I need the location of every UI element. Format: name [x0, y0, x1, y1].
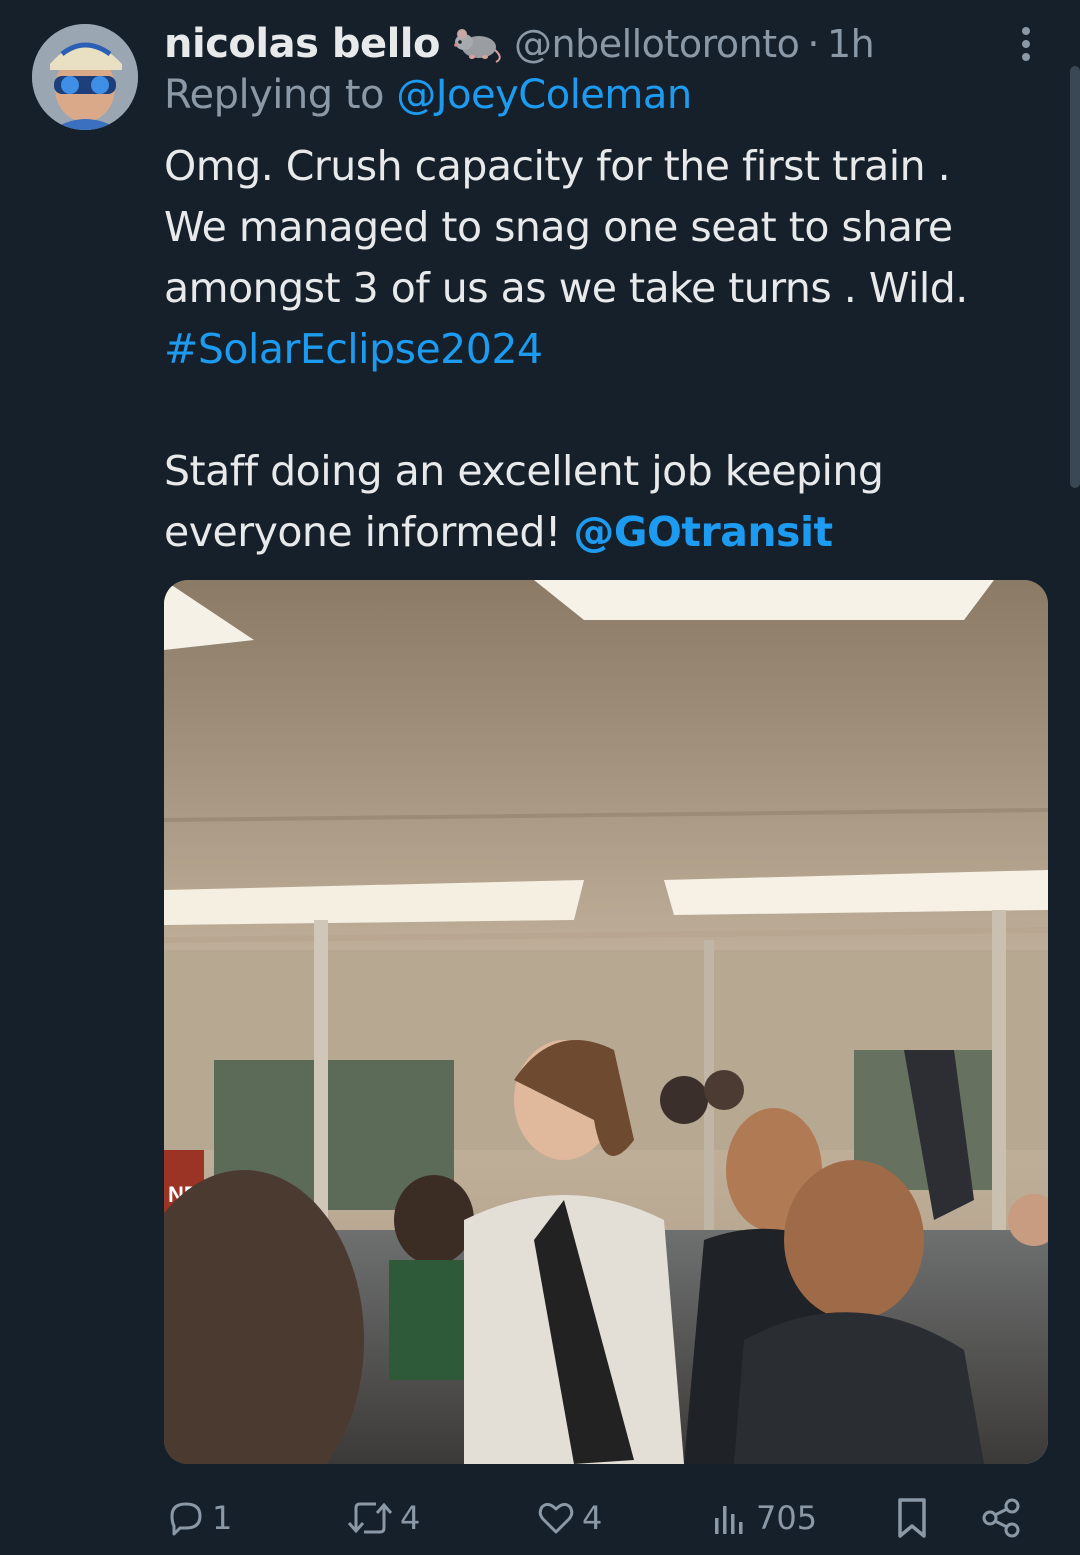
paragraph-break: [164, 380, 1044, 441]
like-button[interactable]: 4: [536, 1488, 602, 1548]
gotransit-mention[interactable]: @GOtransit: [573, 508, 833, 556]
tweet-line: amongst 3 of us as we take turns . Wild.: [164, 264, 968, 312]
replying-to-mention[interactable]: @JoeyColeman: [396, 72, 692, 118]
rat-icon: [452, 24, 504, 64]
reply-icon: [170, 1502, 202, 1536]
tweet-line: Omg. Crush capacity for the first train …: [164, 142, 951, 190]
tweet-line: Staff doing an excellent job keeping: [164, 447, 884, 495]
action-bar: 1 4 4 705: [0, 1488, 1080, 1548]
avatar-image: [32, 24, 138, 130]
separator-dot: ·: [807, 22, 819, 66]
retweet-icon: [347, 1502, 393, 1534]
like-count: 4: [582, 1499, 603, 1537]
tweet-line-text: everyone informed!: [164, 508, 561, 556]
reply-count: 1: [212, 1499, 233, 1537]
train-interior-photo: NE: [164, 580, 1048, 1464]
hashtag-link[interactable]: #SolarEclipse2024: [164, 319, 1044, 380]
share-button[interactable]: [980, 1488, 1024, 1548]
bookmark-icon: [898, 1498, 926, 1538]
avatar[interactable]: [32, 24, 138, 130]
tweet-header: nicolas bello @nbellotoronto · 1h: [164, 14, 875, 74]
handle[interactable]: @nbellotoronto: [514, 22, 800, 66]
share-icon: [982, 1498, 1020, 1538]
reply-button[interactable]: 1: [166, 1488, 232, 1548]
views-icon: [715, 1506, 743, 1534]
views-count: 705: [756, 1499, 818, 1537]
heart-icon: [538, 1502, 574, 1534]
views-button[interactable]: 705: [710, 1488, 817, 1548]
tweet-line: everyone informed! @GOtransit: [164, 502, 1044, 563]
timestamp[interactable]: 1h: [827, 22, 875, 66]
replying-prefix: Replying to: [164, 72, 385, 118]
tweet-line: We managed to snag one seat to share: [164, 203, 953, 251]
more-vertical-icon[interactable]: [1012, 26, 1040, 62]
tweet-photo[interactable]: NE: [164, 580, 1048, 1464]
replying-to: Replying to @JoeyColeman: [164, 72, 692, 118]
bookmark-button[interactable]: [892, 1488, 932, 1548]
tweet-text: Omg. Crush capacity for the first train …: [164, 136, 1044, 563]
display-name[interactable]: nicolas bello: [164, 21, 440, 67]
scrollbar[interactable]: [1070, 66, 1080, 488]
retweet-button[interactable]: 4: [346, 1488, 420, 1548]
retweet-count: 4: [400, 1499, 421, 1537]
